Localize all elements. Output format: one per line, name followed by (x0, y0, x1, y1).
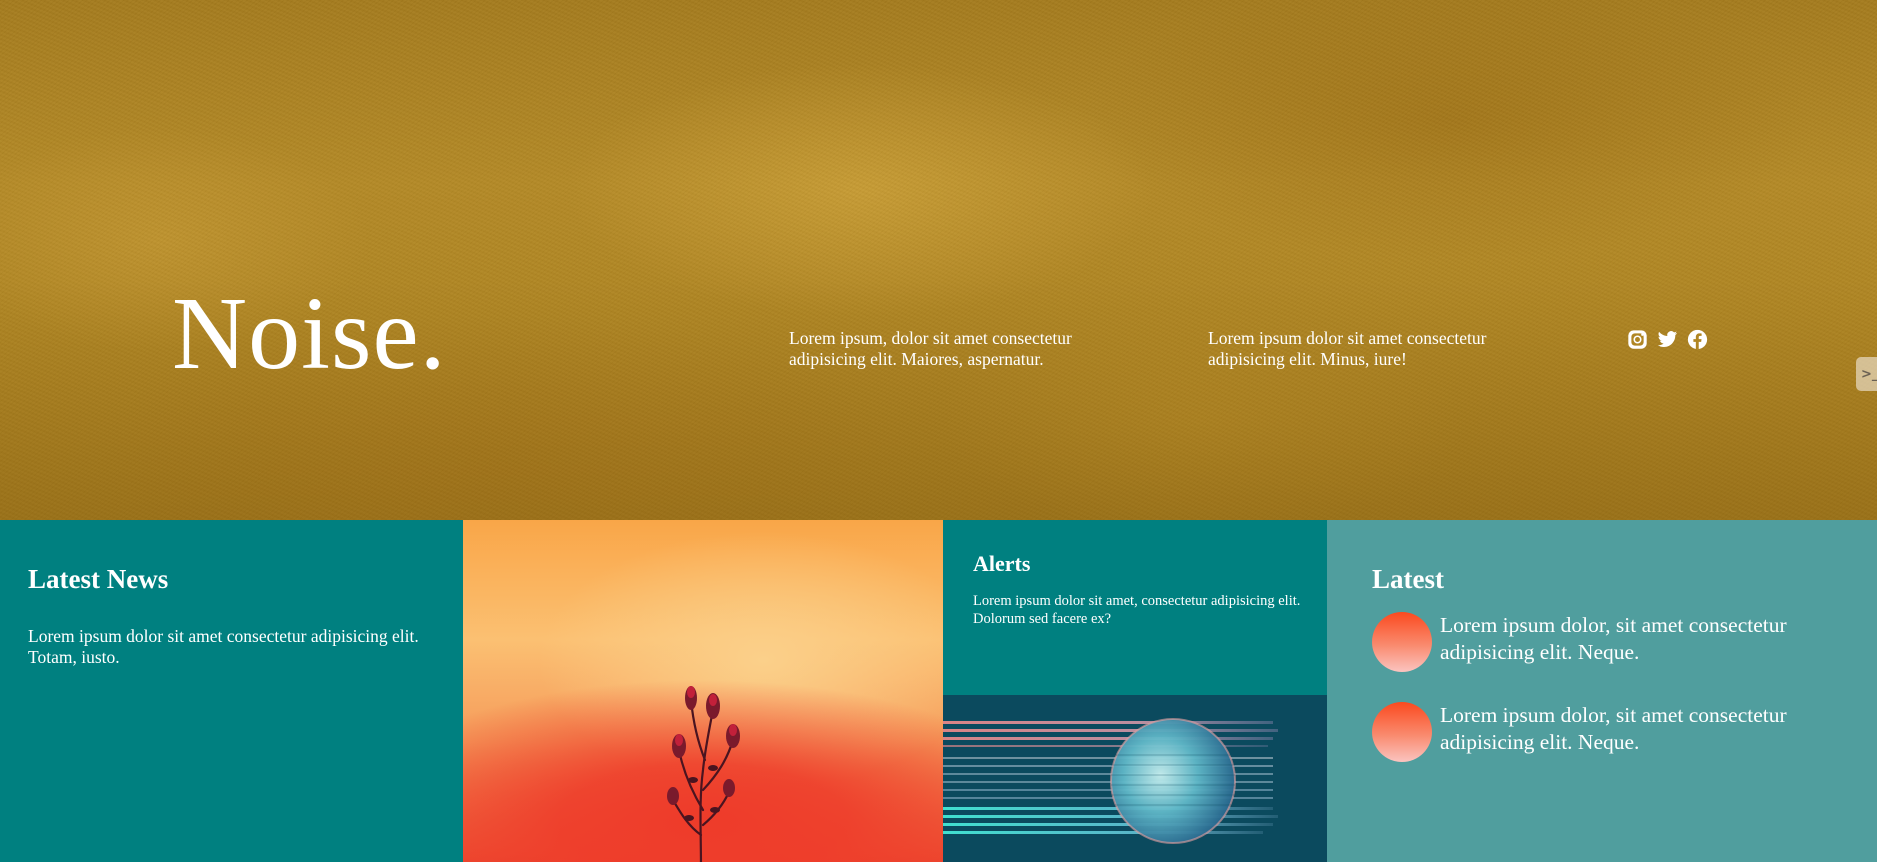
orb-illustration (943, 718, 1278, 844)
latest-title: Latest (1372, 564, 1444, 594)
latest-item-text: Lorem ipsum dolor, sit amet consectetur … (1440, 613, 1787, 664)
alerts-title: Alerts (973, 551, 1031, 576)
page: Noise. Lorem ipsum, dolor sit amet conse… (0, 0, 1877, 862)
flower-illustration (667, 686, 740, 862)
flower-image (463, 520, 943, 862)
social-links (1627, 329, 1708, 350)
hero-text-1: Lorem ipsum, dolor sit amet consectetur … (789, 328, 1072, 369)
latest-item-text: Lorem ipsum dolor, sit amet consectetur … (1440, 703, 1787, 754)
hero-text-2: Lorem ipsum dolor sit amet consectetur a… (1208, 328, 1487, 369)
latest-news-panel: Latest News Lorem ipsum dolor sit amet c… (0, 520, 463, 862)
site-logo[interactable]: Noise. (172, 282, 447, 386)
alerts-text: Lorem ipsum dolor sit amet, consectetur … (973, 593, 1301, 627)
latest-panel: Latest Lorem ipsum dolor, sit amet conse… (1327, 520, 1877, 862)
hero-section: Noise. Lorem ipsum, dolor sit amet conse… (0, 0, 1877, 520)
latest-news-text: Lorem ipsum dolor sit amet consectetur a… (28, 626, 419, 667)
facebook-icon[interactable] (1687, 329, 1708, 350)
latest-item[interactable]: Lorem ipsum dolor, sit amet consectetur … (1372, 702, 1852, 762)
side-panel-toggle[interactable]: >_ (1856, 357, 1877, 391)
orb-image (943, 695, 1327, 862)
latest-item-thumbnail[interactable] (1372, 702, 1432, 762)
latest-news-title: Latest News (28, 564, 169, 594)
instagram-icon[interactable] (1627, 329, 1648, 350)
latest-item[interactable]: Lorem ipsum dolor, sit amet consectetur … (1372, 612, 1852, 672)
twitter-icon[interactable] (1657, 329, 1678, 350)
alerts-panel: Alerts Lorem ipsum dolor sit amet, conse… (943, 520, 1327, 862)
latest-item-thumbnail[interactable] (1372, 612, 1432, 672)
side-tab-glyph: >_ (1861, 366, 1877, 382)
